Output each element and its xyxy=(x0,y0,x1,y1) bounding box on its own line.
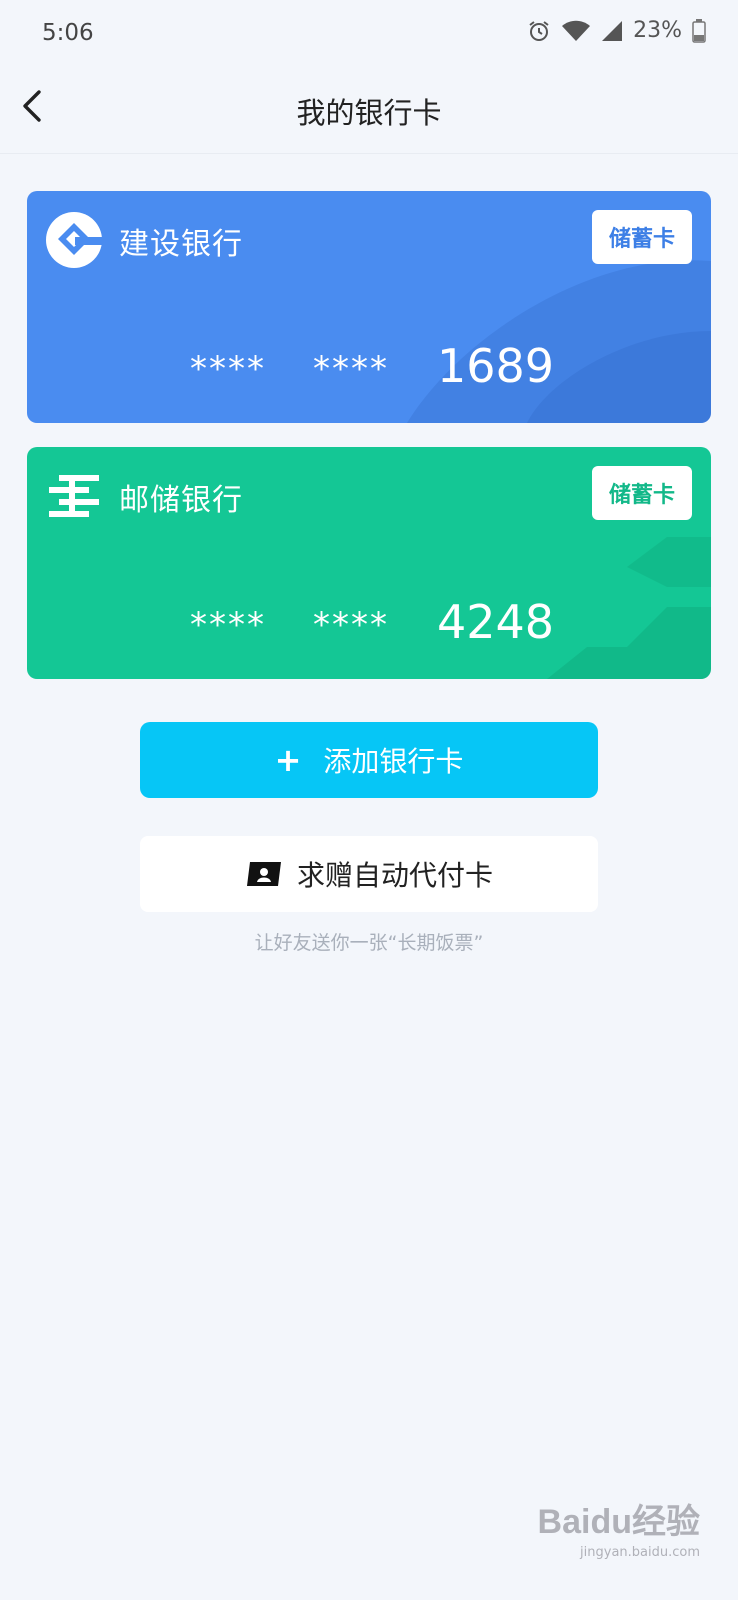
battery-percent: 23% xyxy=(633,18,682,43)
card-gift-icon xyxy=(245,860,283,888)
status-icons: 23% xyxy=(527,18,706,43)
card-type-badge: 储蓄卡 xyxy=(592,466,692,520)
card-number-mask-1: **** xyxy=(190,605,266,645)
bank-name: 建设银行 xyxy=(119,227,243,262)
battery-icon xyxy=(692,18,706,43)
baidu-watermark: Baidu经验 jingyan.baidu.com xyxy=(538,1494,700,1560)
card-number-last4: 1689 xyxy=(437,339,555,393)
plus-icon: + xyxy=(274,741,302,779)
wifi-icon xyxy=(561,20,591,42)
watermark-logo: Baidu经验 xyxy=(537,1503,700,1541)
card-type-badge: 储蓄卡 xyxy=(592,210,692,264)
alarm-icon xyxy=(527,19,551,43)
page-title: 我的银行卡 xyxy=(296,96,442,130)
card-number-mask-1: **** xyxy=(190,349,266,389)
bank-card-ccb[interactable]: 建设银行 储蓄卡 **** **** 1689 xyxy=(27,191,711,423)
card-number-last4: 4248 xyxy=(437,595,555,649)
bank-name: 邮储银行 xyxy=(119,483,243,518)
card-number-mask-2: **** xyxy=(313,605,389,645)
add-bank-card-label: 添加银行卡 xyxy=(323,745,464,778)
ccb-logo-icon xyxy=(45,211,103,269)
add-bank-card-button[interactable]: + 添加银行卡 xyxy=(140,722,598,798)
signal-icon xyxy=(601,20,623,42)
request-gift-card-label: 求赠自动代付卡 xyxy=(296,859,493,892)
watermark-url: jingyan.baidu.com xyxy=(580,1545,700,1560)
status-bar: 5:06 23% xyxy=(0,0,738,68)
bank-card-psbc[interactable]: 邮储银行 储蓄卡 **** **** 4248 xyxy=(27,447,711,679)
psbc-logo-icon xyxy=(45,467,103,525)
status-time: 5:06 xyxy=(42,20,94,46)
card-number-mask-2: **** xyxy=(313,349,389,389)
nav-bar: 我的银行卡 xyxy=(0,68,738,154)
request-gift-card-button[interactable]: 求赠自动代付卡 xyxy=(140,836,598,912)
gift-card-subtitle: 让好友送你一张“长期饭票” xyxy=(254,932,484,954)
